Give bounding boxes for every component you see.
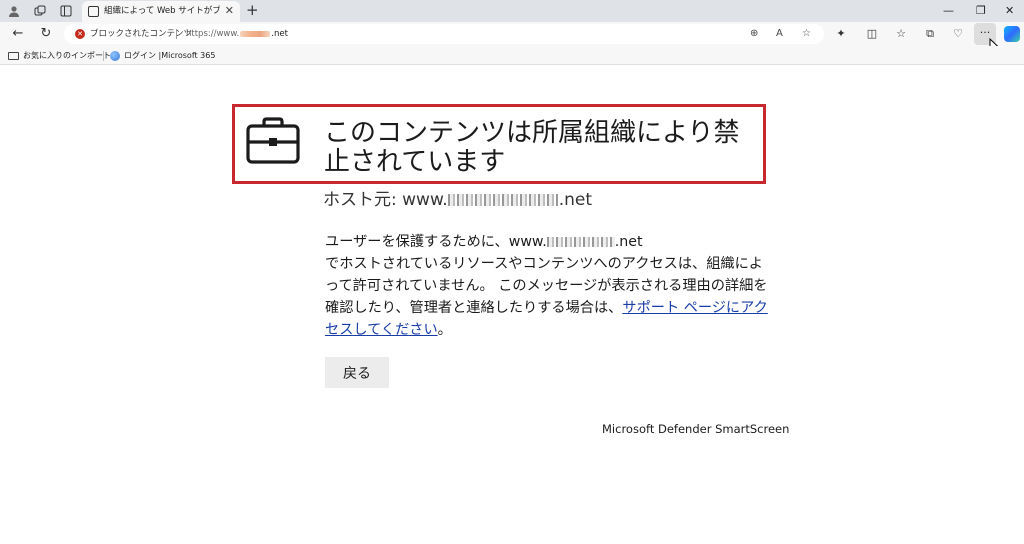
page-title: このコンテンツは所属組織により禁止されています — [324, 118, 740, 177]
zoom-icon[interactable]: ⊕ — [750, 27, 758, 41]
url-redacted — [240, 30, 271, 37]
tab-active[interactable]: 組織によって Web サイトがブロックされ ✕ — [82, 1, 240, 22]
favorites-separator — [103, 51, 104, 61]
back-arrow-icon[interactable]: ← — [9, 25, 27, 43]
briefcase-icon — [246, 117, 300, 164]
tab-strip: 組織によって Web サイトがブロックされ ✕ + — ❐ ✕ — [0, 0, 1024, 22]
blocked-page: このコンテンツは所属組織により禁止されています ホスト元: www. .net ユ… — [0, 66, 1024, 544]
explanation-text: ユーザーを保護するために、www. .net でホストされているリソースやコンテンツ… — [325, 231, 775, 341]
back-button[interactable]: 戻る — [325, 357, 389, 388]
profile-icon[interactable] — [6, 3, 22, 19]
favorites-icon[interactable]: ☆ — [893, 26, 909, 42]
close-window-icon[interactable]: ✕ — [1005, 2, 1014, 19]
tab-title: 組織によって Web サイトがブロックされ — [104, 6, 220, 16]
favorites-item-label: ログイン |Microsoft 365 — [124, 51, 216, 60]
favorites-item-import[interactable]: お気に入りのインポート — [8, 49, 111, 62]
url-field[interactable]: https://www. .net — [186, 28, 288, 40]
minimize-icon[interactable]: — — [943, 2, 954, 19]
close-tab-icon[interactable]: ✕ — [225, 4, 234, 18]
url-suffix: .net — [271, 29, 288, 39]
host-line: ホスト元: www. .net — [323, 189, 592, 211]
restore-icon[interactable]: ❐ — [976, 2, 986, 19]
browser-essentials-icon[interactable]: ♡ — [950, 26, 966, 42]
address-separator — [176, 29, 177, 39]
body-host-redacted — [546, 237, 615, 247]
microsoft-365-icon — [110, 50, 120, 61]
host-prefix: ホスト元: www. — [323, 190, 448, 210]
collections-icon[interactable]: ⧉ — [922, 26, 938, 42]
tab-actions-icon[interactable] — [58, 3, 74, 19]
body-end: 。 — [437, 322, 452, 338]
favorites-item-label: お気に入りのインポート — [23, 51, 111, 60]
favorite-star-icon[interactable]: ☆ — [802, 27, 811, 41]
new-tab-icon[interactable]: + — [246, 2, 259, 19]
workspaces-icon[interactable] — [32, 3, 48, 19]
blocked-icon[interactable]: ✕ — [75, 29, 85, 39]
toolbar: ← ↻ ✕ ブロックされたコンテンツ https://www. .net ⊕ A … — [0, 22, 1024, 46]
refresh-icon[interactable]: ↻ — [37, 25, 55, 43]
url-prefix: https://www. — [186, 29, 240, 39]
host-redacted — [447, 194, 558, 206]
smartscreen-footer: Microsoft Defender SmartScreen — [602, 422, 790, 436]
favorites-bar: お気に入りのインポート ログイン |Microsoft 365 — [0, 46, 1024, 65]
copilot-icon[interactable] — [1004, 26, 1020, 42]
favorites-item-microsoft-365[interactable]: ログイン |Microsoft 365 — [110, 49, 215, 62]
heading-highlight: このコンテンツは所属組織により禁止されています — [232, 104, 766, 184]
folder-icon — [8, 51, 19, 60]
host-suffix: .net — [558, 190, 592, 210]
extensions-icon[interactable]: ✦ — [833, 26, 849, 42]
briefcase-tab-icon — [88, 6, 99, 17]
split-screen-icon[interactable]: ◫ — [864, 26, 880, 42]
body-line1-prefix: ユーザーを保護するために、www. — [325, 234, 547, 250]
read-aloud-icon[interactable]: A — [776, 27, 783, 41]
address-bar[interactable]: ✕ ブロックされたコンテンツ https://www. .net ⊕ A ☆ — [64, 24, 824, 44]
body-line1-suffix: .net — [614, 234, 643, 250]
